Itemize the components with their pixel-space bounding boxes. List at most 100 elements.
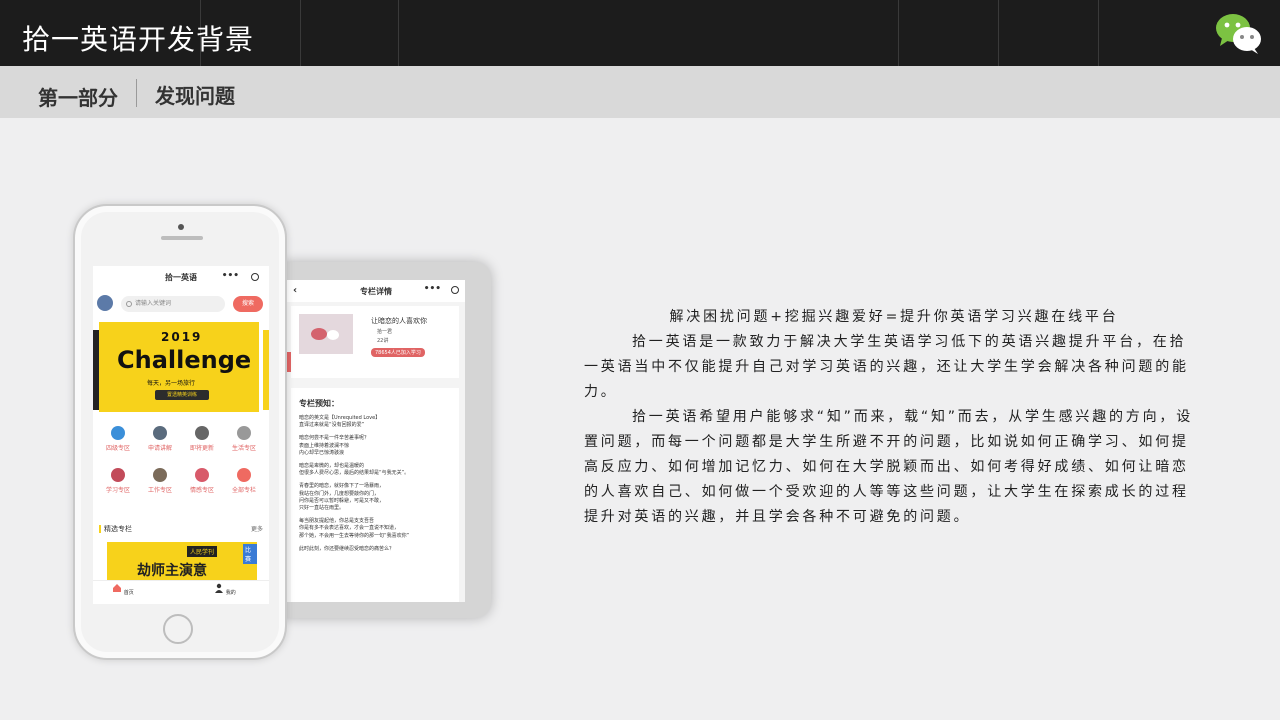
divider [398, 0, 399, 66]
category-icon [153, 468, 167, 482]
app-title: 拾一英语 [165, 272, 197, 282]
category-item[interactable]: 即将更新 [181, 426, 223, 452]
category-label: 全部专栏 [231, 487, 256, 494]
section-label: 发现问题 [155, 84, 235, 108]
avatar[interactable] [97, 295, 113, 311]
banner-headline: Challenge [117, 346, 252, 374]
category-label: 申请讲解 [147, 445, 172, 452]
divider [136, 79, 137, 107]
category-item[interactable]: 学习专区 [97, 468, 139, 494]
more-icon[interactable]: ••• [222, 271, 239, 281]
detail-title: 专栏详情 [360, 286, 392, 296]
category-item[interactable]: 生活专区 [223, 426, 265, 452]
category-icon [111, 426, 125, 440]
featured-label: 精选专栏 [104, 525, 132, 533]
divider [1098, 0, 1099, 66]
category-label: 四级专区 [105, 445, 130, 452]
course-thumbnail [299, 314, 353, 354]
intro-line: 我站在你门外，几度想要敲你的门， [299, 490, 380, 497]
detail-screen: ‹ 专栏详情 ••• 让暗恋的人喜欢你 拾一君 22讲 78654人已加入学习 … [287, 280, 465, 602]
category-item[interactable]: 全部专栏 [223, 468, 265, 494]
banner-next-peek [263, 330, 269, 410]
search-icon [126, 301, 132, 307]
course-title: 让暗恋的人喜欢你 [371, 317, 427, 325]
tab-mine-label: 我的 [225, 590, 236, 596]
home-button [163, 614, 193, 644]
page-title: 拾一英语开发背景 [22, 23, 255, 56]
featured-image-title: 劫师主演意 [137, 563, 207, 579]
course-author: 拾一君 [377, 329, 393, 335]
phone-mockup: ‹ 专栏详情 ••• 让暗恋的人喜欢你 拾一君 22讲 78654人已加入学习 … [65, 192, 495, 670]
search-button[interactable]: 搜索 [233, 296, 263, 312]
category-item[interactable]: 四级专区 [97, 426, 139, 452]
intro-line: 此时此刻，你还要继续忍受暗恋的痛苦么？ [299, 545, 395, 552]
category-icon [195, 468, 209, 482]
detail-header: ‹ 专栏详情 ••• [287, 280, 465, 302]
banner-slogan: 每天，另一场旅行 [147, 380, 196, 387]
speaker [161, 236, 203, 240]
category-icon [111, 468, 125, 482]
category-label: 工作专区 [147, 487, 172, 494]
promo-banner[interactable]: 2019 Challenge 每天，另一场旅行 置透精英训练 [99, 322, 259, 412]
course-lessons: 22讲 [377, 338, 389, 344]
category-icon [237, 426, 251, 440]
tab-home[interactable]: 首页 [103, 583, 143, 596]
intro-line: 只好一直站在雨里。 [299, 505, 345, 512]
divider [898, 0, 899, 66]
category-icon [237, 468, 251, 482]
category-item[interactable]: 申请讲解 [139, 426, 181, 452]
category-item[interactable]: 情感专区 [181, 468, 223, 494]
search-placeholder: 请输入关键词 [135, 300, 172, 307]
search-input[interactable]: 请输入关键词 [121, 296, 225, 312]
divider [998, 0, 999, 66]
intro-line: 暗恋何尝不是一件辛苦差事呢？ [299, 435, 370, 442]
wechat-icon [1216, 14, 1261, 54]
tab-bar: 首页 我的 [93, 580, 269, 604]
tab-mine[interactable]: 我的 [205, 583, 245, 596]
intro-line: 那个她，不会用一生去等待你的那一句“我喜欢你” [299, 532, 410, 539]
top-bar: 拾一英语开发背景 [0, 0, 1280, 66]
category-label: 学习专区 [105, 487, 130, 494]
home-icon [113, 584, 122, 592]
intro-line: 但很多人费尽心思，最后的结果却是“与我无关”。 [299, 470, 410, 477]
banner-year: 2019 [161, 330, 203, 344]
user-icon [215, 583, 224, 593]
category-item[interactable]: 工作专区 [139, 468, 181, 494]
app-header: 拾一英语 ••• [93, 266, 269, 288]
record-icon[interactable] [251, 273, 259, 281]
more-link[interactable]: 更多 [251, 524, 263, 533]
section-bar: 第一部分 发现问题 [0, 66, 1280, 118]
category-label: 即将更新 [189, 445, 214, 452]
category-icon [153, 426, 167, 440]
camera [178, 224, 184, 230]
course-intro: 专栏预知： 暗恋的英文是【Unrequited Love】 直译过来就是“没有回报… [291, 388, 459, 602]
category-label: 情感专区 [189, 487, 214, 494]
intro-line: 表面上维持着波澜不惊 [299, 442, 350, 449]
featured-tag: 人民学刊 [187, 546, 218, 557]
intro-line: 直译过来就是“没有回报的爱” [299, 422, 365, 429]
banner-pill: 置透精英训练 [155, 390, 209, 400]
paragraph-2: 拾一英语希望用户能够求“知”而来，载“知”而去，从学生感兴趣的方向，设置问题，而… [584, 409, 1194, 525]
featured-header: 精选专栏 更多 [99, 524, 263, 534]
intro-line: 青春里的暗恋，就好像下了一场暴雨， [299, 483, 385, 490]
back-icon[interactable]: ‹ [293, 285, 297, 296]
course-card[interactable]: 让暗恋的人喜欢你 拾一君 22讲 78654人已加入学习 [291, 306, 459, 378]
description-text: 解决困扰问题+挖掘兴趣爱好=提升你英语学习兴趣在线平台 拾一英语是一款致力于解决… [584, 305, 1194, 530]
joined-badge[interactable]: 78654人已加入学习 [371, 348, 425, 357]
featured-corner-badge: 比赛 [243, 544, 257, 564]
lead-line: 解决困扰问题+挖掘兴趣爱好=提升你英语学习兴趣在线平台 [669, 309, 1119, 325]
search-row: 请输入关键词 搜索 [97, 294, 265, 314]
main-screen: 拾一英语 ••• 请输入关键词 搜索 2019 Challenge 每天，另一场… [93, 266, 269, 604]
part-label: 第一部分 [38, 86, 118, 110]
category-icon [195, 426, 209, 440]
intro-line: 问你是否可以暂时躲避，可是又不敢， [299, 497, 385, 504]
intro-line: 内心却早已惊涛骇浪 [299, 449, 345, 456]
more-icon[interactable]: ••• [424, 284, 441, 294]
record-icon[interactable] [451, 286, 459, 294]
intro-line: 你是有多不会表达喜欢，才会一直说不知道， [299, 525, 400, 532]
category-label: 生活专区 [231, 445, 256, 452]
tab-home-label: 首页 [123, 590, 134, 596]
divider [300, 0, 301, 66]
paragraph-1: 拾一英语是一款致力于解决大学生英语学习低下的英语兴趣提升平台，在拾一英语当中不仅… [584, 334, 1189, 400]
intro-heading: 专栏预知： [299, 399, 339, 408]
